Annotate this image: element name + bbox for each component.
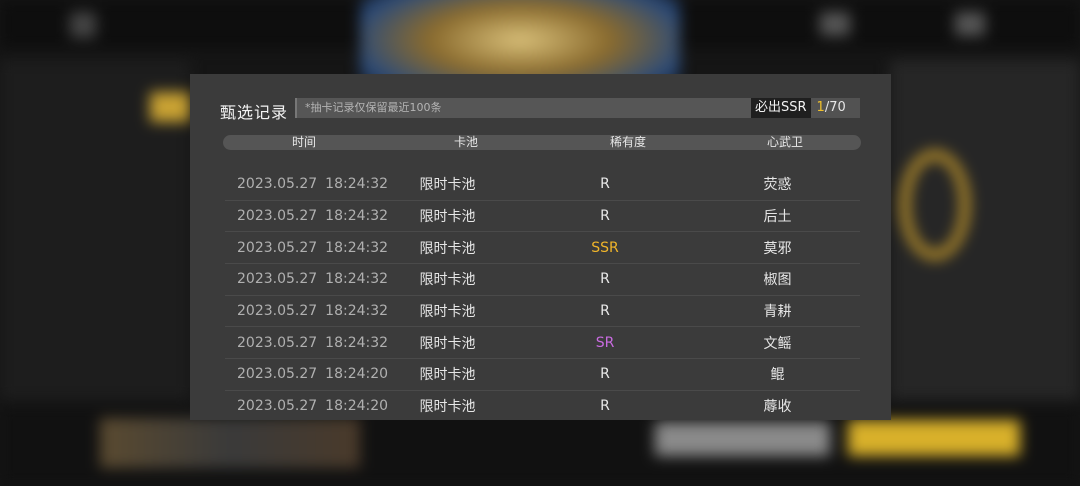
record-date: 2023.05.27: [237, 208, 318, 225]
ssr-pity-count: 1/70: [810, 98, 860, 118]
record-time: 18:24:32: [325, 176, 389, 193]
record-character-name: 荧惑: [763, 177, 792, 194]
record-rarity: R: [600, 398, 610, 415]
record-character-name: 青耕: [763, 304, 792, 321]
back-icon: [70, 12, 96, 38]
record-date: 2023.05.27: [237, 176, 318, 193]
record-rarity: R: [600, 303, 610, 320]
table-row: 2023.05.27 18:24:20 限时卡池 R 蓐收: [225, 391, 860, 420]
background-thumbnails: [100, 418, 360, 468]
record-character-name: 莫邪: [763, 240, 792, 257]
ssr-pity-total: 70: [829, 100, 846, 115]
record-rarity: R: [600, 208, 610, 225]
table-row: 2023.05.27 18:24:32 限时卡池 R 青耕: [225, 296, 860, 328]
table-header: 时间 卡池 稀有度 心武卫: [223, 135, 861, 150]
record-timestamp: 2023.05.27 18:24:32: [225, 303, 388, 320]
record-timestamp: 2023.05.27 18:24:32: [225, 271, 388, 288]
record-timestamp: 2023.05.27 18:24:32: [225, 208, 388, 225]
background-emblem: [900, 150, 970, 260]
table-row: 2023.05.27 18:24:20 限时卡池 R 鲲: [225, 359, 860, 391]
record-timestamp: 2023.05.27 18:24:20: [225, 398, 388, 415]
record-date: 2023.05.27: [237, 271, 318, 288]
record-time: 18:24:20: [325, 398, 389, 415]
record-character-name: 鲲: [770, 367, 785, 384]
record-date: 2023.05.27: [237, 303, 318, 320]
record-pool: 限时卡池: [419, 367, 476, 384]
record-time: 18:24:32: [325, 208, 389, 225]
record-timestamp: 2023.05.27 18:24:32: [225, 176, 388, 193]
record-pool: 限时卡池: [419, 272, 476, 289]
record-rarity: SSR: [591, 239, 619, 256]
record-pool: 限时卡池: [419, 335, 476, 352]
table-row: 2023.05.27 18:24:32 限时卡池 R 后土: [225, 201, 860, 233]
record-character-name: 后土: [763, 209, 792, 226]
record-character-name: 椒图: [763, 272, 792, 289]
record-time: 18:24:20: [325, 366, 389, 383]
screen: 甄选记录 *抽卡记录仅保留最近100条 必出SSR 1/70 时间 卡池 稀有度…: [0, 0, 1080, 486]
record-pool: 限时卡池: [419, 209, 476, 226]
menu-icon: [955, 12, 985, 36]
record-retention-notice: *抽卡记录仅保留最近100条: [295, 98, 751, 118]
table-row: 2023.05.27 18:24:32 限时卡池 R 荧惑: [225, 169, 860, 201]
record-timestamp: 2023.05.27 18:24:32: [225, 239, 388, 256]
record-character-name: 蓐收: [763, 399, 792, 416]
currency-icon: [820, 12, 850, 36]
table-row: 2023.05.27 18:24:32 限时卡池 SSR 莫邪: [225, 232, 860, 265]
header-name: 心武卫: [766, 135, 803, 149]
draw-history-modal: 甄选记录 *抽卡记录仅保留最近100条 必出SSR 1/70 时间 卡池 稀有度…: [190, 74, 891, 420]
record-rarity: R: [600, 176, 610, 193]
record-pool: 限时卡池: [419, 240, 476, 257]
table-row: 2023.05.27 18:24:32 限时卡池 SR 文鳐: [225, 327, 860, 360]
record-date: 2023.05.27: [237, 239, 318, 256]
record-pool: 限时卡池: [419, 399, 476, 416]
record-date: 2023.05.27: [237, 366, 318, 383]
record-date: 2023.05.27: [237, 398, 318, 415]
record-rarity: R: [600, 366, 610, 383]
header-rarity: 稀有度: [609, 135, 646, 149]
record-character-name: 文鳐: [763, 335, 792, 352]
record-list[interactable]: 2023.05.27 18:24:32 限时卡池 R 荧惑 2023.05.27 18:24…: [225, 169, 860, 420]
record-pool: 限时卡池: [419, 177, 476, 194]
modal-title: 甄选记录: [220, 103, 289, 122]
record-pool: 限时卡池: [419, 304, 476, 321]
ssr-pity-current: 1: [816, 100, 825, 115]
record-timestamp: 2023.05.27 18:24:20: [225, 366, 388, 383]
record-date: 2023.05.27: [237, 334, 318, 351]
background-multi-draw-button: [848, 420, 1020, 456]
header-time: 时间: [291, 135, 316, 149]
record-time: 18:24:32: [325, 334, 389, 351]
ssr-pity-counter: 必出SSR 1/70: [751, 98, 860, 118]
record-time: 18:24:32: [325, 271, 389, 288]
background-single-draw-button: [655, 422, 830, 456]
record-timestamp: 2023.05.27 18:24:32: [225, 334, 388, 351]
record-rarity: R: [600, 271, 610, 288]
ssr-pity-label: 必出SSR: [751, 98, 811, 118]
record-time: 18:24:32: [325, 239, 389, 256]
record-time: 18:24:32: [325, 303, 389, 320]
table-row: 2023.05.27 18:24:32 限时卡池 R 椒图: [225, 264, 860, 296]
record-rarity: SR: [595, 334, 615, 351]
header-pool: 卡池: [453, 135, 478, 149]
background-badge: [150, 92, 190, 122]
